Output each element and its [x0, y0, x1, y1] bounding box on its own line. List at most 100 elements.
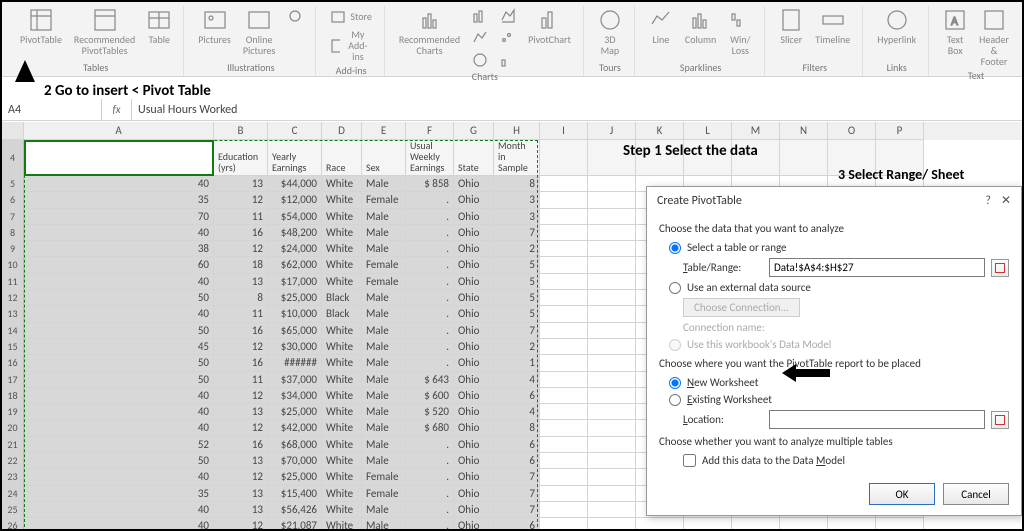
cell[interactable]: Ohio: [454, 274, 494, 290]
cell[interactable]: 7: [494, 502, 540, 518]
cell[interactable]: $24,000: [268, 241, 322, 257]
cell[interactable]: .: [406, 518, 454, 529]
cell[interactable]: Male: [362, 225, 406, 241]
cell[interactable]: 35: [24, 486, 214, 502]
cell[interactable]: White: [322, 502, 362, 518]
row-number[interactable]: 20: [2, 420, 24, 436]
cell[interactable]: 5: [494, 274, 540, 290]
cell[interactable]: 16: [214, 225, 268, 241]
cell[interactable]: 16: [214, 323, 268, 339]
hyperlink-button[interactable]: Hyperlink: [873, 6, 920, 47]
cell[interactable]: Male: [362, 209, 406, 225]
cell[interactable]: [588, 323, 636, 339]
cell[interactable]: $ 680: [406, 420, 454, 436]
row-number[interactable]: 17: [2, 372, 24, 388]
cell[interactable]: 5: [494, 290, 540, 306]
cell[interactable]: .: [406, 192, 454, 208]
existing-worksheet-radio[interactable]: [669, 394, 681, 406]
cell[interactable]: $70,000: [268, 453, 322, 469]
cell[interactable]: Ohio: [454, 420, 494, 436]
cell[interactable]: Ohio: [454, 453, 494, 469]
3d-map-button[interactable]: 3D Map: [594, 6, 626, 58]
sparkline-line-button[interactable]: Line: [645, 6, 677, 47]
cell[interactable]: White: [322, 355, 362, 371]
chart-type-1[interactable]: [468, 6, 492, 26]
help-icon[interactable]: ?: [985, 194, 991, 208]
cell[interactable]: $48,200: [268, 225, 322, 241]
cell[interactable]: White: [322, 339, 362, 355]
cell[interactable]: White: [322, 372, 362, 388]
cell[interactable]: [540, 518, 588, 529]
cell[interactable]: Sex: [362, 140, 406, 176]
chart-type-4[interactable]: [496, 6, 520, 26]
cell[interactable]: Male: [362, 323, 406, 339]
cell[interactable]: Male: [362, 518, 406, 529]
online-pictures-button[interactable]: Online Pictures: [239, 6, 280, 58]
cell[interactable]: Female: [362, 274, 406, 290]
chart-type-2[interactable]: [468, 28, 492, 48]
cell[interactable]: 12: [214, 339, 268, 355]
cell[interactable]: [540, 420, 588, 436]
cell[interactable]: 13: [214, 502, 268, 518]
cell[interactable]: [588, 420, 636, 436]
cell[interactable]: White: [322, 176, 362, 192]
cell[interactable]: $34,000: [268, 388, 322, 404]
cell[interactable]: .: [406, 437, 454, 453]
cell[interactable]: ######: [268, 355, 322, 371]
table-range-input[interactable]: [769, 258, 985, 277]
store-button[interactable]: Store: [326, 6, 375, 26]
cell[interactable]: 13: [214, 274, 268, 290]
cell[interactable]: [540, 176, 588, 192]
pivottable-button[interactable]: PivotTable: [16, 6, 66, 47]
cell[interactable]: 40: [24, 420, 214, 436]
row-number[interactable]: 9: [2, 241, 24, 257]
cell[interactable]: Female: [362, 486, 406, 502]
cell[interactable]: White: [322, 404, 362, 420]
cell[interactable]: [876, 518, 924, 529]
cell[interactable]: 52: [24, 437, 214, 453]
cell[interactable]: Ohio: [454, 502, 494, 518]
cell[interactable]: .: [406, 486, 454, 502]
cell[interactable]: [540, 404, 588, 420]
cell[interactable]: [636, 518, 684, 529]
cell[interactable]: [540, 486, 588, 502]
cell[interactable]: $15,400: [268, 486, 322, 502]
cell[interactable]: 40: [24, 404, 214, 420]
cell[interactable]: 12: [214, 469, 268, 485]
cell[interactable]: White: [322, 225, 362, 241]
sparkline-winloss-button[interactable]: Win/ Loss: [724, 6, 756, 58]
sparkline-column-button[interactable]: Column: [681, 6, 720, 47]
cell[interactable]: Ohio: [454, 437, 494, 453]
cell[interactable]: [540, 323, 588, 339]
pivotchart-button[interactable]: PivotChart: [524, 6, 575, 47]
cell[interactable]: 12: [214, 518, 268, 529]
cell[interactable]: [540, 388, 588, 404]
cell[interactable]: 11: [214, 372, 268, 388]
select-table-range-radio[interactable]: [669, 242, 681, 254]
cell[interactable]: .: [406, 339, 454, 355]
cell[interactable]: $ 600: [406, 388, 454, 404]
recommended-pivottables-button[interactable]: Recommended PivotTables: [70, 6, 139, 58]
cell[interactable]: Ohio: [454, 323, 494, 339]
table-button[interactable]: Table: [143, 6, 175, 47]
chart-type-5[interactable]: [496, 28, 520, 48]
my-addins-button[interactable]: My Add-ins: [326, 27, 375, 64]
cell[interactable]: .: [406, 274, 454, 290]
cell[interactable]: 40: [24, 518, 214, 529]
cell[interactable]: [588, 306, 636, 322]
cell[interactable]: Male: [362, 453, 406, 469]
cell[interactable]: [588, 225, 636, 241]
cell[interactable]: 40: [24, 306, 214, 322]
row-number[interactable]: 14: [2, 323, 24, 339]
cell[interactable]: 4: [494, 372, 540, 388]
cell[interactable]: Ohio: [454, 372, 494, 388]
location-input[interactable]: [769, 410, 985, 429]
cell[interactable]: 12: [214, 192, 268, 208]
cell[interactable]: .: [406, 209, 454, 225]
cell[interactable]: 5: [494, 306, 540, 322]
cell[interactable]: [540, 241, 588, 257]
shapes-button[interactable]: [283, 6, 307, 26]
cell[interactable]: Ohio: [454, 209, 494, 225]
cell[interactable]: 6: [494, 453, 540, 469]
cell[interactable]: [540, 339, 588, 355]
